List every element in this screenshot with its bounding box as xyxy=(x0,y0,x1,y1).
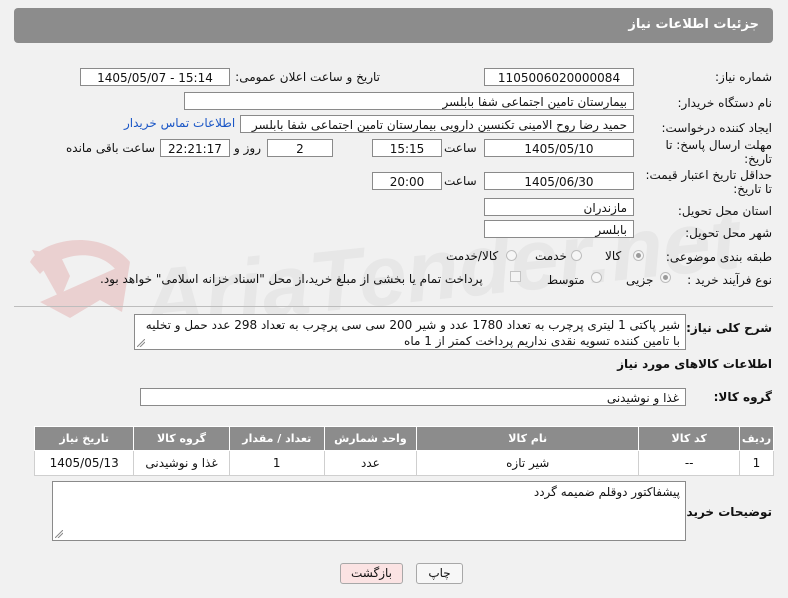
announce-date-field: 1405/05/07 - 15:14 xyxy=(80,68,230,86)
creator-field: حمید رضا روح الامینی تکنسین دارویی بیمار… xyxy=(240,115,634,133)
category-option-service: خدمت xyxy=(535,249,567,263)
deadline-time-field: 15:15 xyxy=(372,139,442,157)
treasury-payment-note: پرداخت تمام یا بخشی از مبلغ خرید،از محل … xyxy=(100,272,483,286)
province-label: استان محل تحویل: xyxy=(677,204,772,218)
cell-qty: 1 xyxy=(228,450,325,476)
category-radio-goods-service[interactable] xyxy=(506,250,517,261)
cell-row: 1 xyxy=(738,450,775,476)
back-button[interactable]: بازگشت xyxy=(340,563,403,584)
deadline-date-field: 1405/05/10 xyxy=(484,139,634,157)
cell-name: شیر تازه xyxy=(415,450,640,476)
cell-code: -- xyxy=(638,450,740,476)
need-number-label: شماره نیاز: xyxy=(715,70,772,84)
table-row: 1 -- شیر تازه عدد 1 غذا و نوشیدنی 1405/0… xyxy=(33,450,775,476)
buyer-notes-text: پیشفاکتور دوقلم ضمیمه گردد xyxy=(533,485,680,499)
page-header: جزئیات اطلاعات نیاز xyxy=(14,8,773,43)
goods-section-title: اطلاعات کالاهای مورد نیاز xyxy=(617,357,772,371)
print-button[interactable]: چاپ xyxy=(416,563,463,584)
buyer-contact-link[interactable]: اطلاعات تماس خریدار xyxy=(124,116,235,130)
goods-table-header: ردیف کد کالا نام کالا واحد شمارش تعداد /… xyxy=(33,426,775,451)
purchase-radio-medium[interactable] xyxy=(591,272,602,283)
validity-label: حداقل تاریخ اعتبار قیمت: xyxy=(645,168,772,182)
col-row: ردیف xyxy=(738,426,775,451)
purchase-option-medium: متوسط xyxy=(547,273,585,287)
resize-grip-icon[interactable] xyxy=(137,339,145,347)
validity-time-field: 20:00 xyxy=(372,172,442,190)
province-field: مازندران xyxy=(484,198,634,216)
announce-date-label: تاریخ و ساعت اعلان عمومی: xyxy=(235,70,380,84)
col-qty: تعداد / مقدار xyxy=(228,426,325,451)
description-text: شیر پاکتی 1 لیتری پرچرب به تعداد 1780 عد… xyxy=(145,318,680,348)
category-option-goods: کالا xyxy=(605,249,622,263)
col-group: گروه کالا xyxy=(133,426,230,451)
city-field: بابلسر xyxy=(484,220,634,238)
deadline-time-label: ساعت xyxy=(444,141,477,155)
days-field: 2 xyxy=(267,139,333,157)
category-option-goods-service: کالا/خدمت xyxy=(446,249,499,263)
remaining-label: ساعت باقی مانده xyxy=(66,141,156,155)
cell-unit: عدد xyxy=(323,450,417,476)
col-name: نام کالا xyxy=(415,426,640,451)
goods-group-field: غذا و نوشیدنی xyxy=(140,388,686,406)
days-label: روز و xyxy=(234,141,261,155)
description-label: شرح کلی نیاز: xyxy=(686,321,772,335)
buyer-org-field: بیمارستان تامین اجتماعی شفا بابلسر xyxy=(184,92,634,110)
goods-group-label: گروه کالا: xyxy=(713,390,772,404)
purchase-radio-minor[interactable] xyxy=(660,272,671,283)
validity-time-label: ساعت xyxy=(444,174,477,188)
category-radio-goods[interactable] xyxy=(633,250,644,261)
description-textarea[interactable]: شیر پاکتی 1 لیتری پرچرب به تعداد 1780 عد… xyxy=(134,314,686,350)
treasury-payment-checkbox[interactable] xyxy=(510,271,521,282)
validity-label-2: تا تاریخ: xyxy=(733,182,772,196)
cell-date: 1405/05/13 xyxy=(33,450,135,476)
city-label: شهر محل تحویل: xyxy=(685,226,772,240)
col-code: کد کالا xyxy=(638,426,740,451)
page-title: جزئیات اطلاعات نیاز xyxy=(628,17,759,32)
remaining-time-field: 22:21:17 xyxy=(160,139,230,157)
need-number-field: 1105006020000084 xyxy=(484,68,634,86)
purchase-option-minor: جزیی xyxy=(626,273,654,287)
deadline-label: مهلت ارسال پاسخ: تا xyxy=(665,138,772,152)
buyer-notes-textarea[interactable]: پیشفاکتور دوقلم ضمیمه گردد xyxy=(52,481,686,541)
category-label: طبقه بندی موضوعی: xyxy=(665,250,772,264)
deadline-label-2: تاریخ: xyxy=(744,152,772,166)
goods-table: ردیف کد کالا نام کالا واحد شمارش تعداد /… xyxy=(33,426,775,476)
validity-date-field: 1405/06/30 xyxy=(484,172,634,190)
col-unit: واحد شمارش xyxy=(323,426,417,451)
creator-label: ایجاد کننده درخواست: xyxy=(661,121,772,135)
cell-group: غذا و نوشیدنی xyxy=(133,450,230,476)
section-divider xyxy=(14,306,773,307)
col-date: تاریخ نیاز xyxy=(33,426,135,451)
buyer-org-label: نام دستگاه خریدار: xyxy=(677,96,773,110)
category-radio-service[interactable] xyxy=(571,250,582,261)
resize-grip-icon[interactable] xyxy=(55,530,63,538)
purchase-type-label: نوع فرآیند خرید : xyxy=(687,273,772,287)
